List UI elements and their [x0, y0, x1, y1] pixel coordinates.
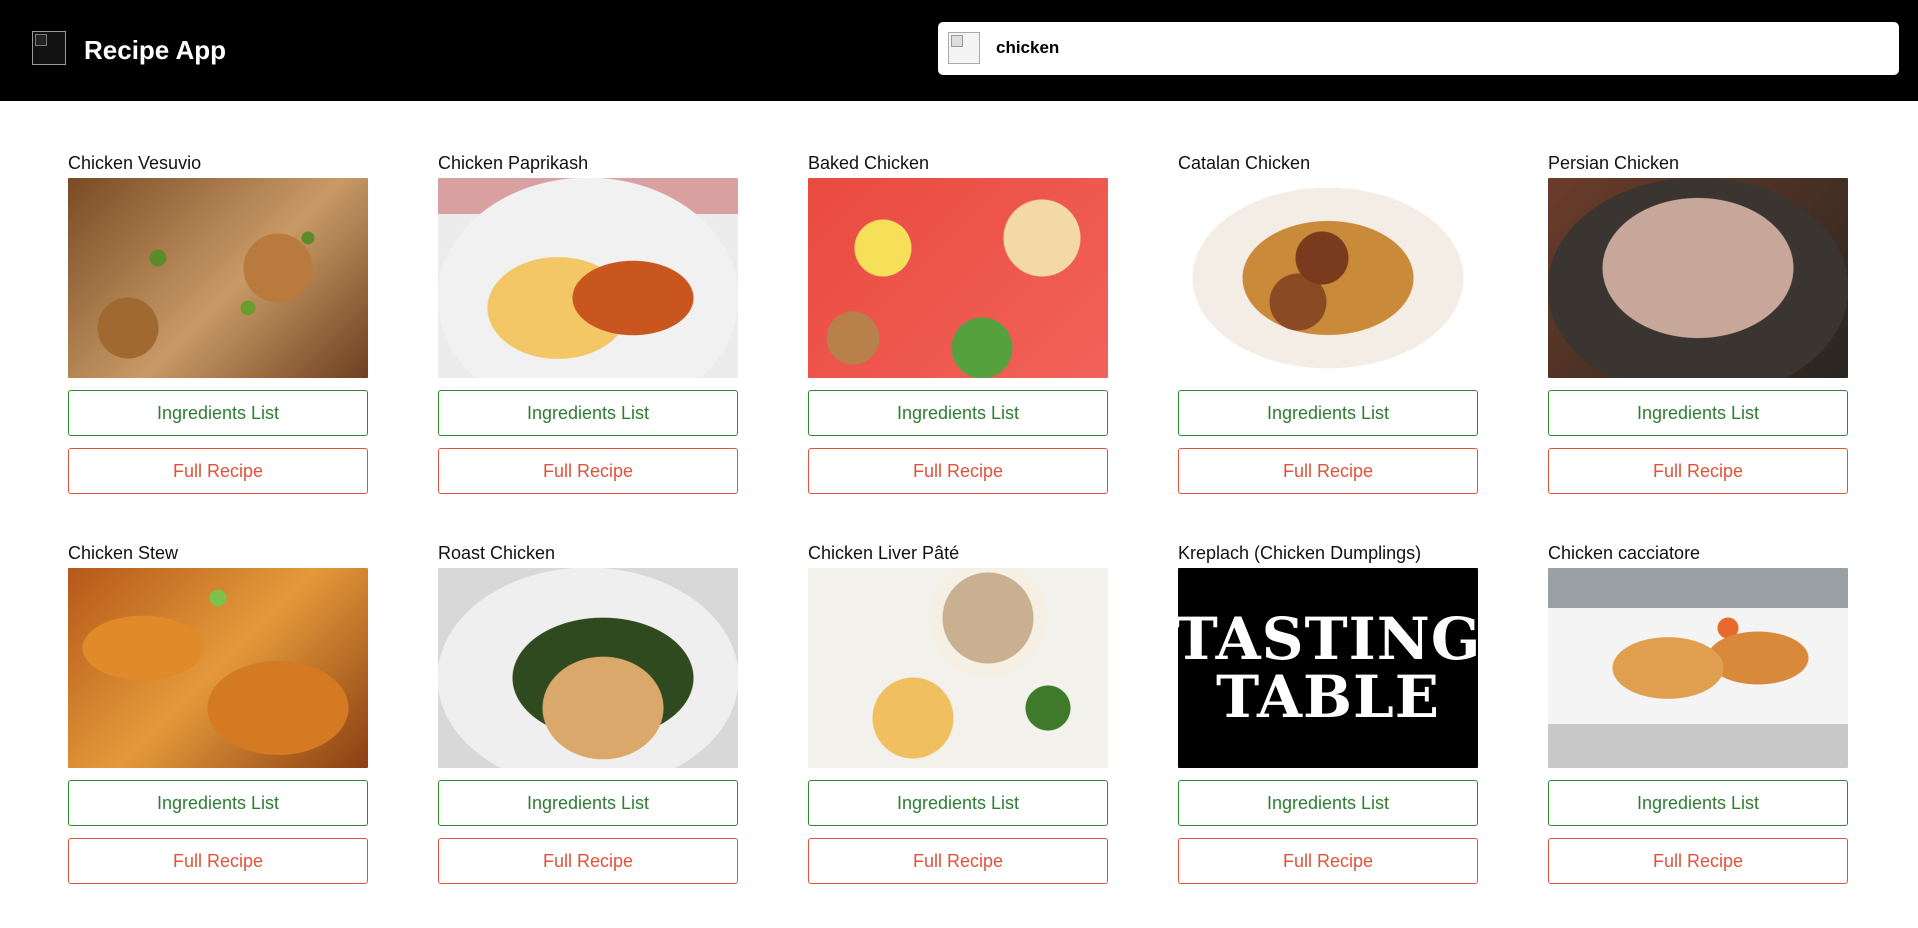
tasting-table-logo-text: TASTING TABLE: [1178, 610, 1478, 726]
recipe-card: Persian Chicken Ingredients List Full Re…: [1548, 148, 1848, 494]
recipe-title: Chicken cacciatore: [1548, 543, 1701, 563]
recipe-image: [1548, 568, 1848, 768]
full-recipe-button[interactable]: Full Recipe: [68, 838, 368, 884]
recipe-image: [808, 178, 1108, 378]
recipe-title: Baked Chicken: [808, 153, 930, 173]
recipe-image: [68, 568, 368, 768]
ingredients-list-button[interactable]: Ingredients List: [438, 780, 738, 826]
ingredients-list-button[interactable]: Ingredients List: [808, 780, 1108, 826]
recipe-card: Kreplach (Chicken Dumplings) TASTING TAB…: [1178, 538, 1478, 884]
full-recipe-button[interactable]: Full Recipe: [1548, 838, 1848, 884]
recipe-image: [438, 568, 738, 768]
recipe-title: Roast Chicken: [438, 543, 556, 563]
search-bar[interactable]: [938, 22, 1899, 75]
tasting-table-logo-image: TASTING TABLE: [1178, 568, 1478, 768]
top-bar: Recipe App: [0, 0, 1918, 101]
recipe-card: Chicken Vesuvio Ingredients List Full Re…: [68, 148, 368, 494]
logo-line-2: TABLE: [1215, 663, 1440, 731]
recipe-card: Chicken cacciatore Ingredients List Full…: [1548, 538, 1848, 884]
logo-line-1: TASTING: [1178, 605, 1478, 673]
recipe-title: Persian Chicken: [1548, 153, 1680, 173]
full-recipe-button[interactable]: Full Recipe: [68, 448, 368, 494]
full-recipe-button[interactable]: Full Recipe: [1548, 448, 1848, 494]
recipe-image: [808, 568, 1108, 768]
recipe-image: [1548, 178, 1848, 378]
recipe-card: Roast Chicken Ingredients List Full Reci…: [438, 538, 738, 884]
recipe-card: Chicken Paprikash Ingredients List Full …: [438, 148, 738, 494]
recipe-card: Catalan Chicken Ingredients List Full Re…: [1178, 148, 1478, 494]
recipe-card: Chicken Stew Ingredients List Full Recip…: [68, 538, 368, 884]
ingredients-list-button[interactable]: Ingredients List: [1548, 390, 1848, 436]
recipe-image: [68, 178, 368, 378]
ingredients-list-button[interactable]: Ingredients List: [1178, 780, 1478, 826]
recipe-title: Chicken Vesuvio: [68, 153, 202, 173]
ingredients-list-button[interactable]: Ingredients List: [68, 780, 368, 826]
ingredients-list-button[interactable]: Ingredients List: [68, 390, 368, 436]
recipe-card: Baked Chicken Ingredients List Full Reci…: [808, 148, 1108, 494]
ingredients-list-button[interactable]: Ingredients List: [1548, 780, 1848, 826]
recipe-title: Chicken Paprikash: [438, 153, 589, 173]
recipe-title: Kreplach (Chicken Dumplings): [1178, 543, 1422, 563]
search-input[interactable]: [996, 32, 1876, 64]
app-logo-icon: [32, 31, 66, 65]
app-title: Recipe App: [84, 35, 227, 65]
search-icon: [948, 32, 980, 64]
full-recipe-button[interactable]: Full Recipe: [1178, 448, 1478, 494]
full-recipe-button[interactable]: Full Recipe: [438, 448, 738, 494]
full-recipe-button[interactable]: Full Recipe: [438, 838, 738, 884]
ingredients-list-button[interactable]: Ingredients List: [808, 390, 1108, 436]
full-recipe-button[interactable]: Full Recipe: [808, 838, 1108, 884]
ingredients-list-button[interactable]: Ingredients List: [1178, 390, 1478, 436]
recipe-image: [1178, 178, 1478, 378]
full-recipe-button[interactable]: Full Recipe: [1178, 838, 1478, 884]
recipe-title: Chicken Liver Pâté: [808, 543, 960, 563]
recipe-card: Chicken Liver Pâté Ingredients List Full…: [808, 538, 1108, 884]
ingredients-list-button[interactable]: Ingredients List: [438, 390, 738, 436]
recipe-title: Chicken Stew: [68, 543, 179, 563]
recipe-grid: Chicken Vesuvio Ingredients List Full Re…: [68, 148, 1848, 884]
recipe-image: [438, 178, 738, 378]
recipe-title: Catalan Chicken: [1178, 153, 1311, 173]
full-recipe-button[interactable]: Full Recipe: [808, 448, 1108, 494]
